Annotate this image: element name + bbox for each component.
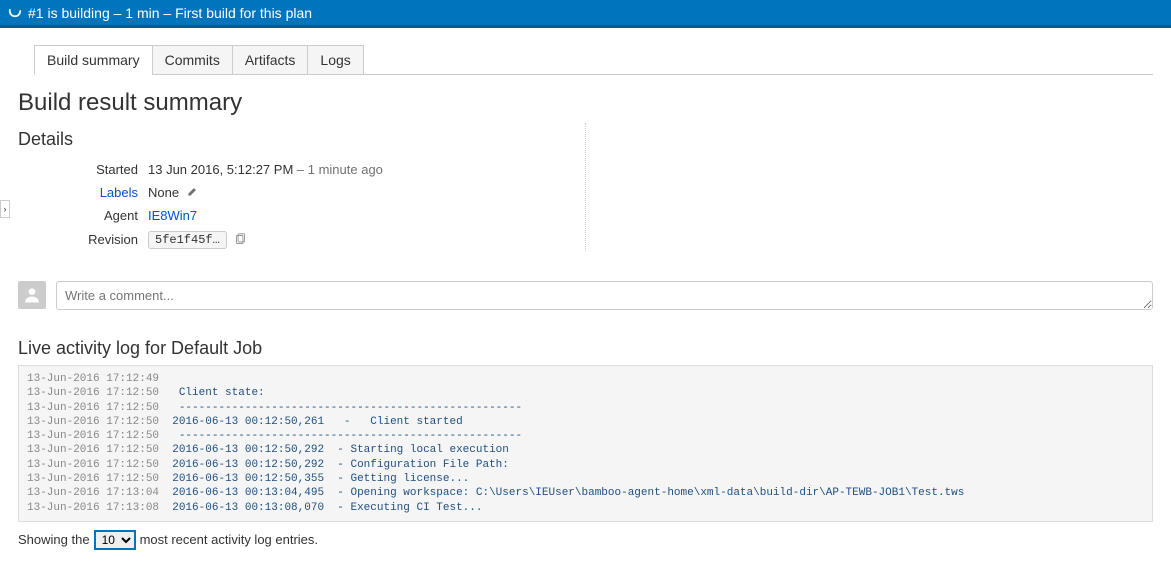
pencil-icon[interactable] xyxy=(187,185,198,200)
revision-label: Revision xyxy=(78,232,138,247)
agent-link[interactable]: IE8Win7 xyxy=(148,208,197,223)
agent-label: Agent xyxy=(78,208,138,223)
revision-hash[interactable]: 5fe1f45f… xyxy=(148,231,227,249)
details-heading: Details xyxy=(18,129,565,150)
comment-input[interactable] xyxy=(56,281,1153,310)
avatar xyxy=(18,281,46,309)
started-value: 13 Jun 2016, 5:12:27 PM xyxy=(148,162,293,177)
comment-row xyxy=(18,281,1153,310)
page-title: Build result summary xyxy=(18,89,1153,117)
banner-text: #1 is building – 1 min – First build for… xyxy=(28,5,312,21)
copy-icon[interactable] xyxy=(234,233,247,246)
detail-started: Started 13 Jun 2016, 5:12:27 PM – 1 minu… xyxy=(78,158,565,181)
tab-logs[interactable]: Logs xyxy=(307,45,363,75)
showing-suffix: most recent activity log entries. xyxy=(140,532,318,547)
activity-log: 13-Jun-2016 17:12:49 13-Jun-2016 17:12:5… xyxy=(18,365,1153,522)
spinner-icon xyxy=(8,4,22,21)
detail-agent: Agent IE8Win7 xyxy=(78,204,565,227)
detail-revision: Revision 5fe1f45f… xyxy=(78,227,565,251)
showing-prefix: Showing the xyxy=(18,532,90,547)
started-label: Started xyxy=(78,162,138,177)
build-status-banner: #1 is building – 1 min – First build for… xyxy=(0,0,1171,28)
log-heading: Live activity log for Default Job xyxy=(18,338,1153,359)
labels-value: None xyxy=(148,185,179,200)
details-list: Started 13 Jun 2016, 5:12:27 PM – 1 minu… xyxy=(78,158,565,251)
tab-commits[interactable]: Commits xyxy=(152,45,233,75)
showing-row: Showing the 10 most recent activity log … xyxy=(18,530,1153,550)
tabs: Build summary Commits Artifacts Logs xyxy=(34,44,1153,75)
log-count-select[interactable]: 10 xyxy=(94,530,136,550)
labels-label[interactable]: Labels xyxy=(78,185,138,200)
detail-labels: Labels None xyxy=(78,181,565,204)
tab-build-summary[interactable]: Build summary xyxy=(34,45,153,75)
expand-sidebar-handle[interactable]: › xyxy=(0,200,10,218)
tab-artifacts[interactable]: Artifacts xyxy=(232,45,309,75)
started-relative: – 1 minute ago xyxy=(293,162,383,177)
